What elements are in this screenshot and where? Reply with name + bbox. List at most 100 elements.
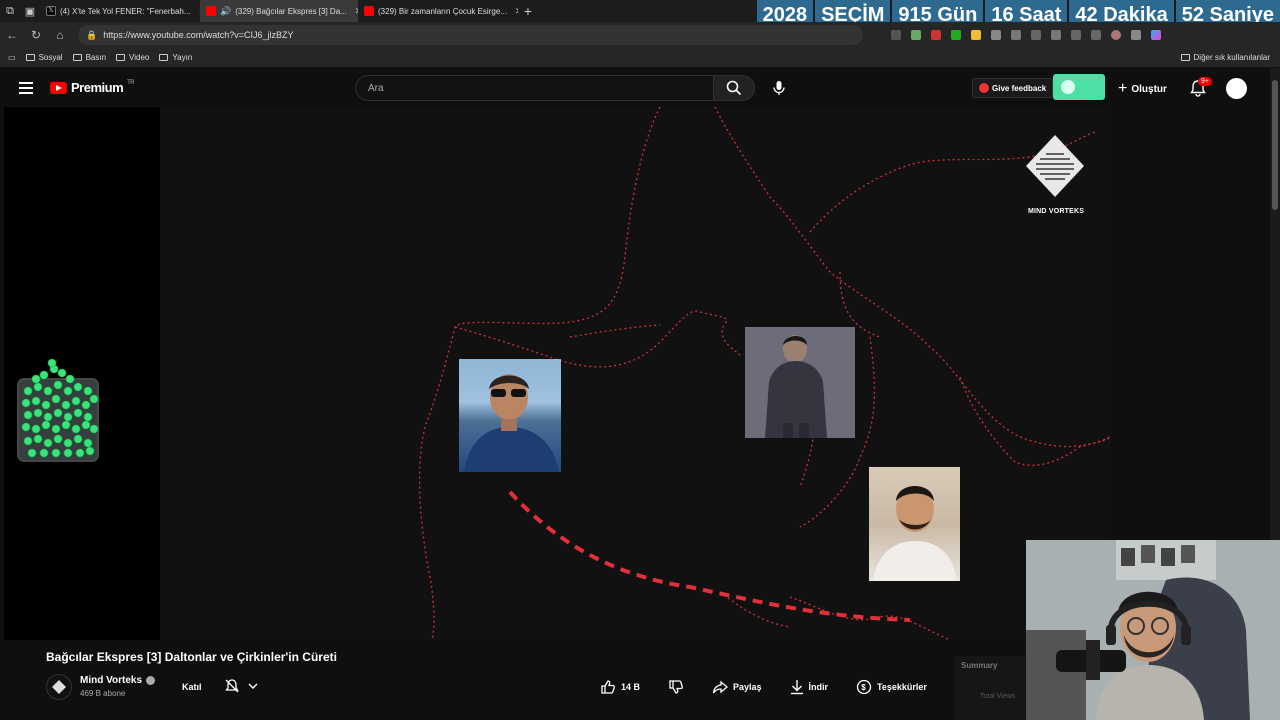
summary-subtitle: Total Views <box>980 693 1016 700</box>
person-image <box>745 327 855 438</box>
chevron-down-icon <box>248 683 258 689</box>
bookmark-folder-video[interactable]: Video <box>116 53 149 62</box>
channel-logo-icon <box>52 680 66 694</box>
extension-icon[interactable] <box>951 30 961 40</box>
favorites-icon[interactable] <box>1051 30 1061 40</box>
workspaces-icon[interactable]: ⧉ <box>0 0 20 22</box>
video-title: Bağcılar Ekspres [3] Daltonlar ve Çirkin… <box>46 650 337 664</box>
video-player[interactable]: MIND VORTEKS <box>4 107 1110 640</box>
youtube-play-icon <box>50 81 67 94</box>
bookmark-other-favorites[interactable]: Diğer sık kullanılanlar <box>1180 53 1270 62</box>
extension-toggle-button[interactable] <box>1053 74 1105 100</box>
extension-icon[interactable] <box>911 30 921 40</box>
lock-icon[interactable]: 🔒 <box>86 30 97 41</box>
refresh-icon[interactable]: ↻ <box>24 22 48 48</box>
home-icon[interactable]: ⌂ <box>48 22 72 48</box>
split-screen-icon[interactable] <box>1011 30 1021 40</box>
map-outline <box>418 107 1110 640</box>
give-feedback-button[interactable]: Give feedback <box>972 78 1054 98</box>
thanks-button[interactable]: $ Teşekkürler <box>856 679 927 695</box>
download-label: İndir <box>808 682 829 692</box>
video-frame: MIND VORTEKS <box>160 107 1110 640</box>
bookmark-label: Diğer sık kullanılanlar <box>1193 53 1270 62</box>
youtube-favicon-icon <box>364 6 374 16</box>
subscription-notifications-button[interactable] <box>224 678 258 694</box>
extensions-puzzle-icon[interactable] <box>1031 30 1041 40</box>
bookmark-folder-basin[interactable]: Basın <box>72 53 106 62</box>
youtube-favicon-icon <box>206 6 216 16</box>
tab-title: (4) X'te Tek Yol FENER: "Fenerbah... <box>60 6 191 16</box>
microphone-icon <box>773 81 785 95</box>
new-tab-button[interactable]: + <box>518 0 538 22</box>
menu-icon[interactable] <box>19 82 33 94</box>
share-button[interactable]: Paylaş <box>712 679 762 695</box>
folder-icon <box>159 54 169 61</box>
create-button[interactable]: + Oluştur <box>1118 80 1167 98</box>
logo-text: Premium <box>71 80 124 95</box>
thumbs-up-icon <box>601 680 615 694</box>
feedback-label: Give feedback <box>992 83 1047 93</box>
download-icon <box>790 680 803 695</box>
download-button[interactable]: İndir <box>790 679 829 695</box>
account-avatar[interactable] <box>1226 78 1247 99</box>
url-field[interactable]: 🔒 https://www.youtube.com/watch?v=CIJ6_j… <box>78 25 863 45</box>
tab-title: (329) Bağcılar Ekspres [3] Da... <box>235 6 347 16</box>
bell-off-icon <box>225 679 239 693</box>
collections-icon[interactable] <box>1091 30 1101 40</box>
tab-youtube-2[interactable]: (329) Bir zamanların Çocuk Esirge... ✕ <box>358 0 518 22</box>
extension-icon[interactable] <box>891 30 901 40</box>
subscriber-count: 469 B abone <box>80 689 126 698</box>
speaker-icon[interactable]: 🔊 <box>220 6 231 17</box>
svg-text:$: $ <box>861 683 866 692</box>
search-placeholder: Ara <box>368 82 384 94</box>
bookmark-favorites-icon[interactable]: ▭ <box>8 53 16 62</box>
profile-avatar[interactable] <box>1111 30 1121 40</box>
extension-icon[interactable] <box>931 30 941 40</box>
region-code: TR <box>127 79 135 86</box>
like-button[interactable]: 14 B <box>600 679 640 695</box>
search-input[interactable]: Ara <box>355 75 713 101</box>
search-button[interactable] <box>713 75 755 101</box>
bookmark-folder-sosyal[interactable]: Sosyal <box>25 53 63 62</box>
person-photo-2 <box>745 327 855 438</box>
like-count: 14 B <box>621 682 641 692</box>
extension-icon[interactable] <box>991 30 1001 40</box>
mind-vorteks-logo-icon <box>1026 135 1084 197</box>
video-actions: 14 B Paylaş İndir $ Teşekkürler ⋯ <box>600 677 997 697</box>
tab-actions-icon[interactable]: ▣ <box>20 0 40 22</box>
channel-name-link[interactable]: Mind Vorteks <box>80 675 156 686</box>
jar-widget-icon <box>17 358 99 462</box>
tab-twitter[interactable]: 𝕏 (4) X'te Tek Yol FENER: "Fenerbah... ✕ <box>40 0 200 22</box>
bookmark-label: Sosyal <box>38 53 63 62</box>
summary-title: Summary <box>961 661 998 670</box>
voice-search-button[interactable] <box>770 79 788 97</box>
folder-icon <box>25 54 35 61</box>
tab-youtube-active[interactable]: 🔊 (329) Bağcılar Ekspres [3] Da... ✕ <box>200 0 358 22</box>
bookmark-folder-yayin[interactable]: Yayın <box>159 53 192 62</box>
menu-dots-icon[interactable] <box>1131 30 1141 40</box>
share-label: Paylaş <box>733 682 762 692</box>
tab-title: (329) Bir zamanların Çocuk Esirge... <box>378 6 507 16</box>
youtube-premium-logo[interactable]: Premium TR <box>50 79 135 95</box>
plus-icon: + <box>1118 80 1128 97</box>
bookmarks-bar: ▭ Sosyal Basın Video Yayın Diğer sık kul… <box>0 48 1280 68</box>
share-icon <box>712 680 729 694</box>
person-photo-1 <box>459 359 561 472</box>
super-thanks-icon: $ <box>856 679 872 695</box>
dislike-button[interactable] <box>668 679 684 695</box>
address-bar-row: ← ↻ ⌂ 🔒 https://www.youtube.com/watch?v=… <box>0 22 1280 48</box>
notification-count-badge: 9+ <box>1198 77 1212 86</box>
person-image <box>873 486 957 581</box>
join-button[interactable]: Katıl <box>174 677 210 697</box>
extension-icon[interactable] <box>971 30 981 40</box>
browser-essentials-icon[interactable] <box>1071 30 1081 40</box>
channel-avatar[interactable] <box>46 674 72 700</box>
back-icon[interactable]: ← <box>0 22 24 48</box>
folder-icon <box>116 54 126 61</box>
copilot-icon[interactable] <box>1151 30 1161 40</box>
folder-icon <box>72 54 82 61</box>
folder-icon <box>1180 54 1190 61</box>
verified-badge-icon <box>146 676 156 685</box>
create-label: Oluştur <box>1131 83 1167 95</box>
scrollbar-thumb[interactable] <box>1272 80 1278 210</box>
